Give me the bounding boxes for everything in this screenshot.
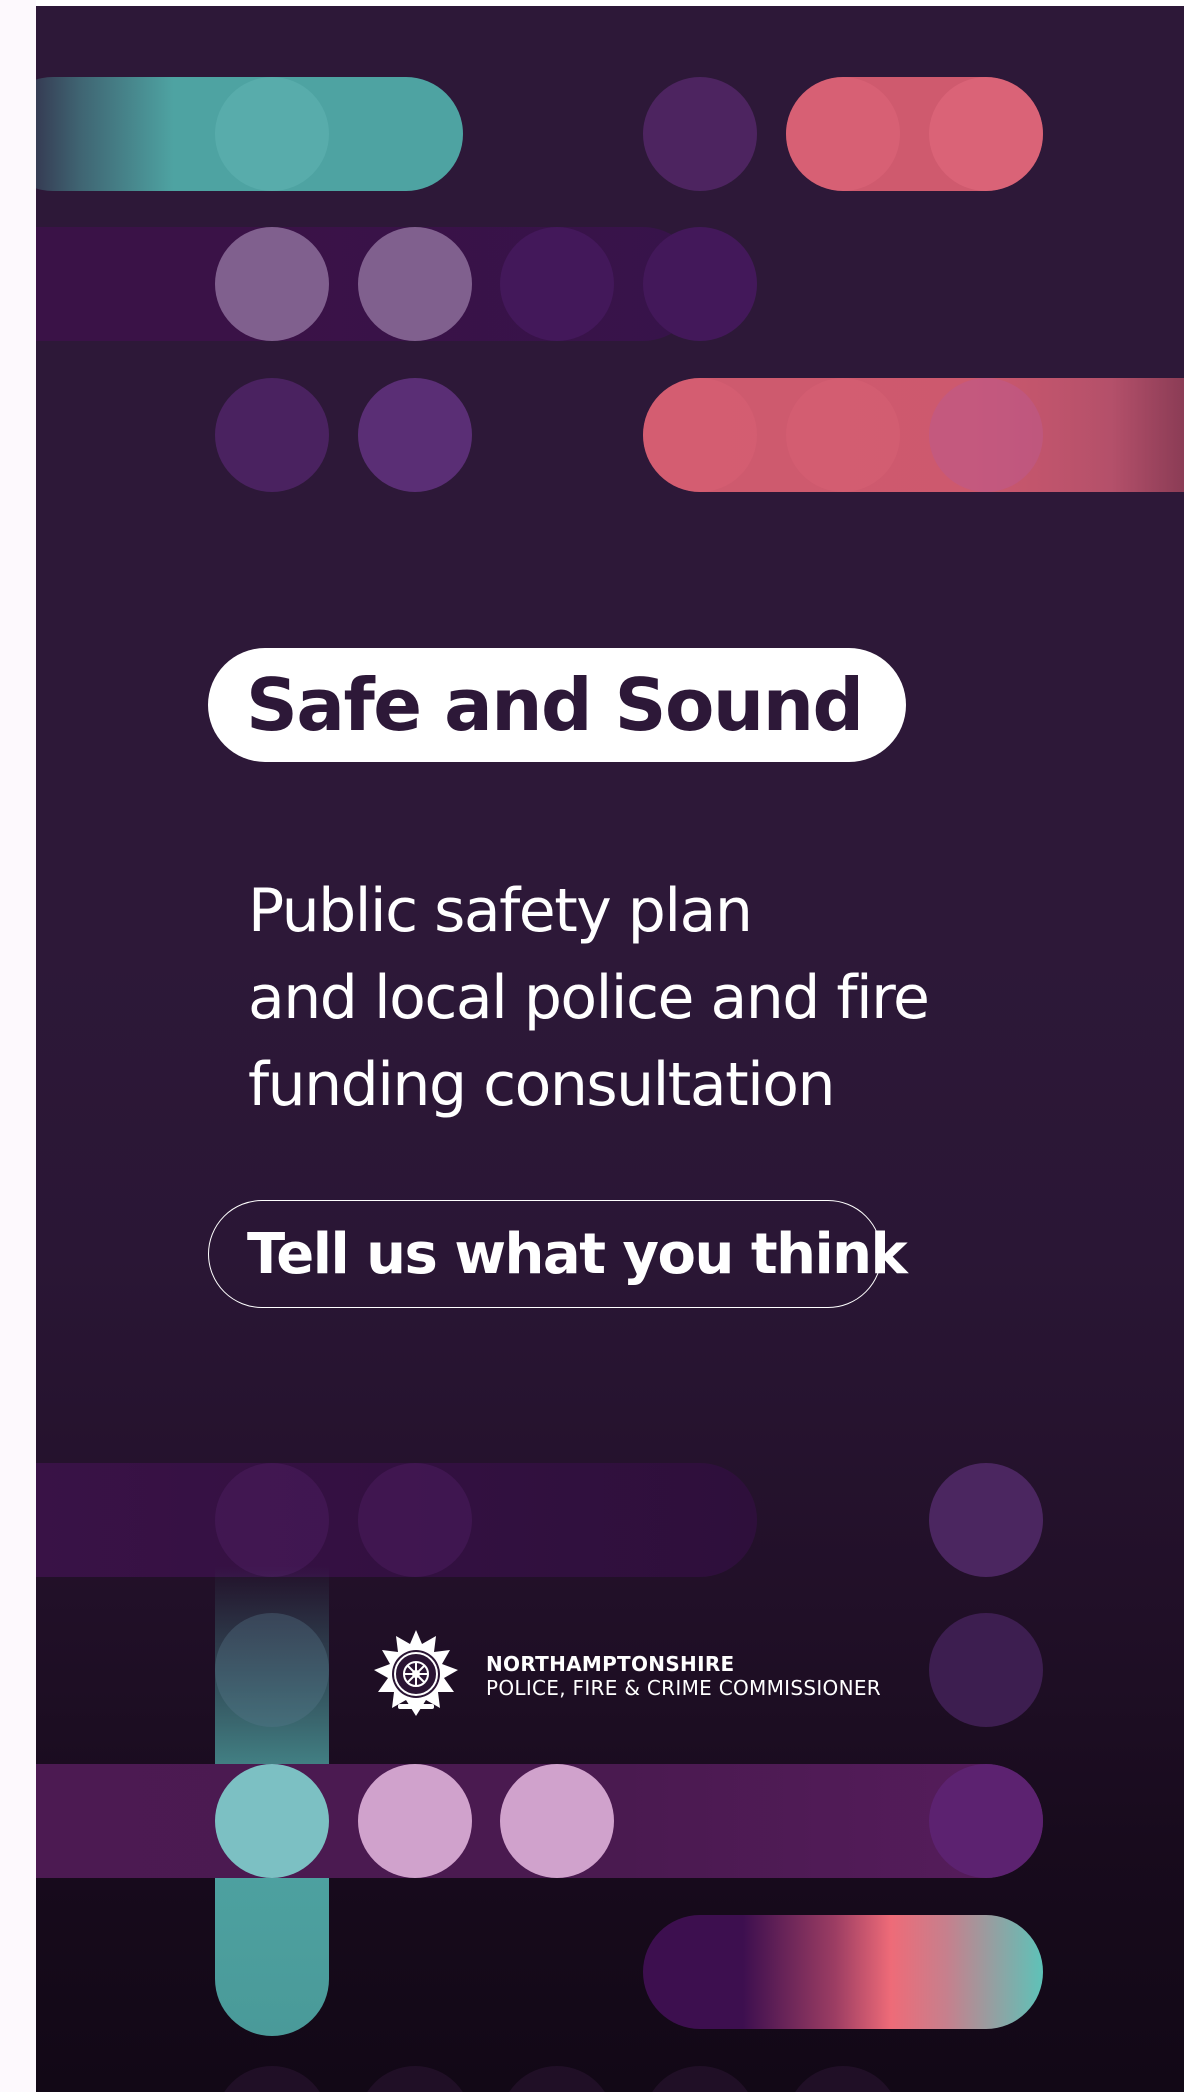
decor-coral-dot — [643, 378, 757, 492]
page-title: Safe and Sound — [246, 663, 864, 747]
subtitle: Public safety plan and local police and … — [248, 868, 1068, 1129]
fire-crest-icon — [374, 1630, 458, 1716]
decor-purple-dot — [358, 1463, 472, 1577]
commissioner-logo: NORTHAMPTONSHIRE POLICE, FIRE & CRIME CO… — [368, 1628, 881, 1724]
decor-teal-dot — [215, 1613, 329, 1727]
decor-purple-dot — [358, 378, 472, 492]
page-margin-left — [0, 0, 36, 2092]
decor-coral-dot — [786, 378, 900, 492]
decor-lilac-dot — [500, 1764, 614, 1878]
decor-teal-dot-top — [215, 77, 329, 191]
logo-line-2: POLICE, FIRE & CRIME COMMISSIONER — [486, 1676, 881, 1700]
decor-faint-dot — [358, 2066, 472, 2092]
decor-purple-dot — [929, 1764, 1043, 1878]
tell-us-button-label: Tell us what you think — [247, 1221, 908, 1287]
decor-faint-dot — [500, 2066, 614, 2092]
decor-teal-dot — [215, 1764, 329, 1878]
decor-faint-dot — [643, 2066, 757, 2092]
consultation-poster: Safe and Sound Public safety plan and lo… — [36, 6, 1184, 2092]
decor-purple-dot — [500, 227, 614, 341]
decor-pink-dot — [929, 378, 1043, 492]
tell-us-button[interactable]: Tell us what you think — [208, 1200, 908, 1308]
decor-faint-dot — [215, 2066, 329, 2092]
decor-purple-dot — [215, 378, 329, 492]
subtitle-line-1: Public safety plan — [248, 876, 753, 946]
logo-text: NORTHAMPTONSHIRE POLICE, FIRE & CRIME CO… — [486, 1652, 881, 1700]
decor-mauve-dot — [358, 227, 472, 341]
decor-purple-dot — [643, 227, 757, 341]
subtitle-line-3: funding consultation — [248, 1050, 836, 1120]
decor-coral-dot — [786, 77, 900, 191]
title-pill: Safe and Sound — [208, 648, 906, 762]
logo-line-1: NORTHAMPTONSHIRE — [486, 1652, 735, 1676]
decor-coral-dot — [929, 77, 1043, 191]
decor-purple-dot — [215, 1463, 329, 1577]
decor-gradient-pill — [643, 1915, 1043, 2029]
decor-lilac-dot — [358, 1764, 472, 1878]
decor-purple-dot — [929, 1463, 1043, 1577]
decor-purple-dot — [643, 77, 757, 191]
decor-faint-dot — [786, 2066, 900, 2092]
decor-purple-dot — [929, 1613, 1043, 1727]
subtitle-line-2: and local police and fire — [248, 963, 930, 1033]
decor-mauve-dot — [215, 227, 329, 341]
